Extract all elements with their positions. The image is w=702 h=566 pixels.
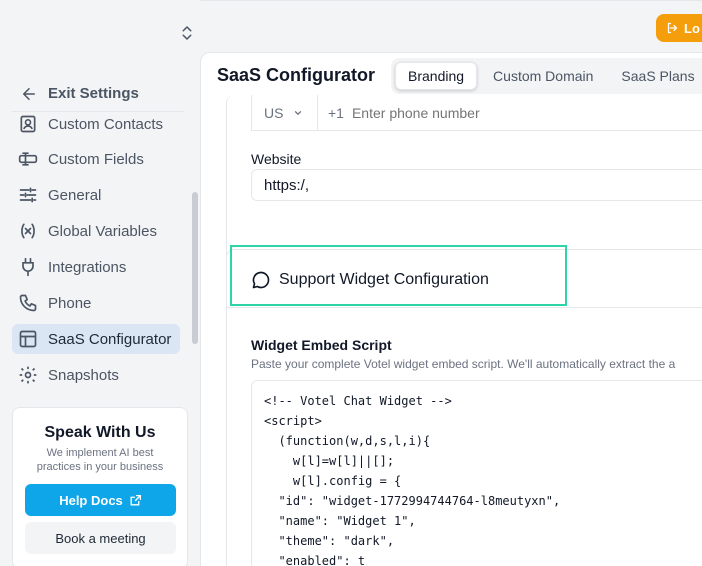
chevron-updown-icon[interactable]: [178, 24, 196, 42]
speak-with-us-card: Speak With Us We implement AI best pract…: [12, 407, 188, 566]
support-widget-title-text: Support Widget Configuration: [279, 271, 489, 288]
country-code: US: [264, 104, 284, 121]
plug-icon: [22, 257, 34, 277]
embed-script-help: Paste your complete Votel widget embed s…: [251, 357, 676, 371]
phone-icon: [19, 294, 37, 312]
page-title: SaaS Configurator: [217, 65, 376, 85]
sidebar-item-label: Integrations: [48, 258, 127, 276]
sidebar-item-general[interactable]: General: [12, 180, 180, 210]
website-input[interactable]: https:/,: [251, 169, 702, 201]
support-widget-header: Support Widget Configuration: [227, 245, 702, 308]
website-label: Website: [251, 151, 302, 167]
sidebar-item-label: Snapshots: [48, 366, 119, 384]
exit-settings-label: Exit Settings: [48, 85, 139, 102]
sidebar-item-label: Global Variables: [48, 222, 157, 240]
topbar: Lo: [200, 0, 702, 52]
sidebar-item-label: General: [48, 186, 102, 204]
fields-icon: [18, 152, 38, 166]
exit-settings-button[interactable]: Exit Settings: [12, 76, 184, 112]
main-panel: SaaS Configurator Branding Custom Domain…: [200, 52, 702, 566]
sidebar-item-label: Custom Fields: [48, 150, 144, 168]
layout-icon: [19, 330, 37, 348]
gear-icon: [19, 366, 37, 384]
support-widget-title: Support Widget Configuration: [251, 270, 489, 290]
phone-field: US +1: [251, 95, 702, 131]
embed-script-textarea[interactable]: <!-- Votel Chat Widget --> <script> (fun…: [251, 380, 702, 566]
phone-prefix: +1: [328, 104, 344, 121]
support-widget-card: Support Widget Configuration Widget Embe…: [226, 245, 702, 566]
sidebar: Exit Settings Custom Contacts Custom Fie…: [0, 0, 200, 566]
book-meeting-button[interactable]: Book a meeting: [25, 522, 176, 554]
tab-saas-plans[interactable]: SaaS Plans: [609, 62, 702, 90]
sidebar-item-snapshots[interactable]: Snapshots: [12, 360, 180, 390]
tab-branding[interactable]: Branding: [395, 62, 478, 90]
country-select[interactable]: US: [252, 95, 318, 130]
sidebar-scrollbar[interactable]: [192, 192, 198, 344]
logout-label: Lo: [684, 20, 700, 36]
embed-script-label: Widget Embed Script: [251, 337, 392, 353]
sidebar-item-global-variables[interactable]: Global Variables: [12, 216, 180, 246]
sidebar-item-saas-configurator[interactable]: SaaS Configurator: [12, 324, 180, 354]
contacts-icon: [20, 115, 36, 133]
tab-custom-domain[interactable]: Custom Domain: [481, 62, 605, 90]
tab-bar: Branding Custom Domain SaaS Plans: [395, 62, 702, 90]
sidebar-item-phone[interactable]: Phone: [12, 288, 180, 318]
chat-bubble-icon: [252, 271, 270, 289]
sidebar-item-integrations[interactable]: Integrations: [12, 252, 180, 282]
logout-button[interactable]: Lo: [656, 14, 702, 42]
speak-title: Speak With Us: [44, 424, 156, 441]
phone-input[interactable]: [351, 104, 652, 121]
sidebar-item-label: SaaS Configurator: [48, 330, 172, 348]
external-link-icon: [130, 494, 141, 505]
help-docs-button[interactable]: Help Docs: [25, 484, 176, 516]
sidebar-item-custom-fields[interactable]: Custom Fields: [12, 144, 180, 174]
help-docs-label: Help Docs: [59, 492, 123, 508]
speak-subtitle: We implement AI best practices in your b…: [36, 447, 164, 474]
sidebar-item-label: Custom Contacts: [48, 115, 164, 133]
sidebar-item-custom-contacts[interactable]: Custom Contacts: [12, 113, 180, 139]
chevron-down-icon: [295, 110, 302, 115]
arrow-left-icon: [23, 87, 35, 100]
sliders-icon: [19, 187, 37, 203]
settings-nav: Custom Contacts Custom Fields General Gl…: [12, 113, 188, 395]
variable-icon: [21, 223, 35, 239]
logout-icon: [667, 22, 678, 34]
sidebar-item-label: Phone: [48, 294, 92, 312]
